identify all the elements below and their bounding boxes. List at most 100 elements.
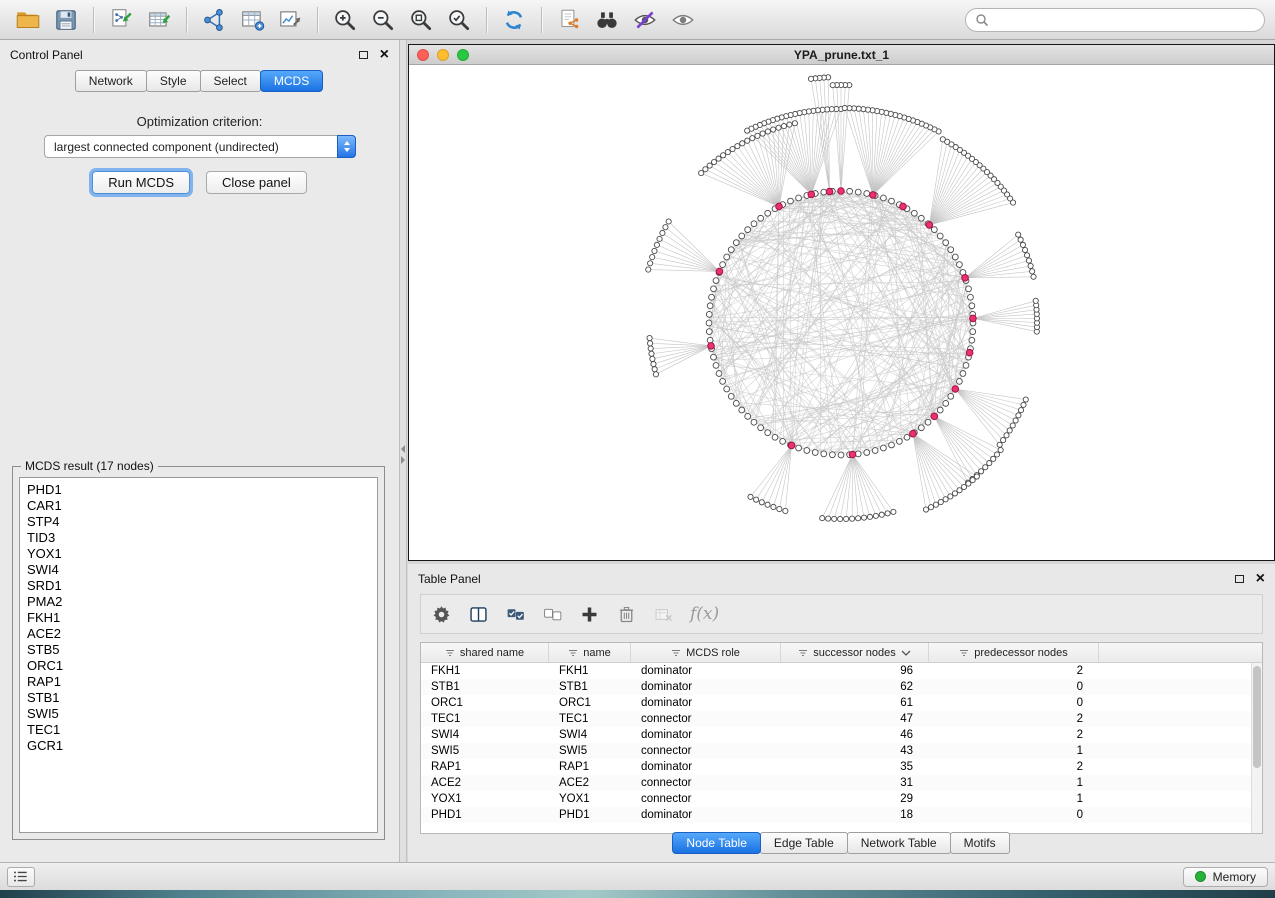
network-node[interactable] — [937, 233, 943, 239]
network-canvas[interactable] — [409, 65, 1274, 560]
network-node[interactable] — [832, 516, 837, 521]
network-node[interactable] — [861, 515, 866, 520]
network-node[interactable] — [740, 141, 745, 146]
mcds-result-item[interactable]: ORC1 — [27, 658, 370, 674]
network-node[interactable] — [969, 303, 975, 309]
network-node[interactable] — [759, 500, 764, 505]
network-node[interactable] — [850, 516, 855, 521]
search-input[interactable] — [995, 13, 1255, 27]
close-panel-icon[interactable]: × — [1256, 573, 1265, 585]
network-node[interactable] — [960, 371, 966, 377]
network-node[interactable] — [707, 303, 713, 309]
network-node[interactable] — [867, 514, 872, 519]
tab-node-table[interactable]: Node Table — [672, 832, 761, 854]
column-header-mcds-role[interactable]: MCDS role — [631, 643, 781, 662]
network-node[interactable] — [830, 83, 835, 88]
network-node[interactable] — [650, 254, 655, 259]
select-all-button[interactable] — [505, 604, 526, 625]
network-node[interactable] — [968, 294, 974, 300]
float-panel-icon[interactable] — [359, 51, 368, 59]
network-node[interactable] — [933, 502, 938, 507]
show-all-button[interactable] — [665, 4, 701, 36]
unselect-all-button[interactable] — [542, 604, 563, 625]
network-node[interactable] — [745, 138, 750, 143]
mcds-result-item[interactable]: STP4 — [27, 514, 370, 530]
zoom-in-button[interactable] — [327, 4, 363, 36]
mcds-result-item[interactable]: PMA2 — [27, 594, 370, 610]
dominator-node[interactable] — [776, 203, 783, 210]
network-node[interactable] — [733, 400, 739, 406]
dominator-node[interactable] — [966, 349, 973, 356]
network-node[interactable] — [796, 445, 802, 451]
network-node[interactable] — [948, 494, 953, 499]
column-header-successor-nodes[interactable]: successor nodes — [781, 643, 929, 662]
zoom-out-button[interactable] — [365, 4, 401, 36]
network-node[interactable] — [1018, 408, 1023, 413]
network-node[interactable] — [808, 76, 813, 81]
memory-button[interactable]: Memory — [1183, 867, 1268, 887]
network-node[interactable] — [751, 221, 757, 227]
zoom-selected-button[interactable] — [441, 4, 477, 36]
mcds-result-item[interactable]: FKH1 — [27, 610, 370, 626]
network-node[interactable] — [1023, 397, 1028, 402]
network-node[interactable] — [1016, 232, 1021, 237]
tab-network-table[interactable]: Network Table — [847, 832, 951, 854]
network-node[interactable] — [970, 329, 976, 335]
network-node[interactable] — [699, 170, 704, 175]
network-node[interactable] — [706, 329, 712, 335]
network-node[interactable] — [943, 497, 948, 502]
tab-mcds[interactable]: MCDS — [260, 70, 323, 92]
network-node[interactable] — [969, 337, 975, 343]
network-node[interactable] — [937, 407, 943, 413]
network-node[interactable] — [647, 341, 652, 346]
network-node[interactable] — [750, 136, 755, 141]
window-close-icon[interactable] — [417, 49, 429, 61]
network-node[interactable] — [911, 210, 917, 216]
tab-edge-table[interactable]: Edge Table — [760, 832, 848, 854]
network-node[interactable] — [956, 262, 962, 268]
mcds-result-item[interactable]: RAP1 — [27, 674, 370, 690]
network-node[interactable] — [706, 311, 712, 317]
network-node[interactable] — [771, 504, 776, 509]
mcds-result-item[interactable]: SRD1 — [27, 578, 370, 594]
network-node[interactable] — [711, 354, 717, 360]
network-node[interactable] — [796, 195, 802, 201]
dominator-node[interactable] — [900, 203, 907, 210]
network-node[interactable] — [771, 127, 776, 132]
network-node[interactable] — [706, 320, 712, 326]
network-node[interactable] — [709, 294, 715, 300]
network-node[interactable] — [820, 515, 825, 520]
network-node[interactable] — [896, 438, 902, 444]
network-node[interactable] — [724, 254, 730, 260]
network-node[interactable] — [997, 442, 1002, 447]
mcds-result-item[interactable]: YOX1 — [27, 546, 370, 562]
network-node[interactable] — [1004, 433, 1009, 438]
network-node[interactable] — [758, 215, 764, 221]
mcds-result-item[interactable]: ACE2 — [27, 626, 370, 642]
network-node[interactable] — [804, 448, 810, 454]
delete-column-button[interactable] — [616, 604, 637, 625]
network-node[interactable] — [943, 240, 949, 246]
new-network-button[interactable] — [196, 4, 232, 36]
table-row[interactable]: ACE2ACE2connector311 — [421, 775, 1262, 791]
network-node[interactable] — [663, 225, 668, 230]
network-node[interactable] — [745, 128, 750, 133]
network-node[interactable] — [781, 123, 786, 128]
network-node[interactable] — [783, 508, 788, 513]
toolbar-search[interactable] — [965, 8, 1265, 32]
import-network-file-button[interactable] — [103, 4, 139, 36]
network-node[interactable] — [1024, 253, 1029, 258]
apply-layout-button[interactable] — [496, 4, 532, 36]
network-node[interactable] — [758, 425, 764, 431]
mcds-result-item[interactable]: GCR1 — [27, 738, 370, 754]
network-node[interactable] — [1010, 423, 1015, 428]
network-node[interactable] — [765, 502, 770, 507]
mcds-result-item[interactable]: TID3 — [27, 530, 370, 546]
network-node[interactable] — [1001, 437, 1006, 442]
network-node[interactable] — [721, 153, 726, 158]
network-node[interactable] — [928, 505, 933, 510]
network-node[interactable] — [648, 346, 653, 351]
import-table-file-button[interactable] — [141, 4, 177, 36]
mcds-result-item[interactable]: STB5 — [27, 642, 370, 658]
network-node[interactable] — [666, 219, 671, 224]
